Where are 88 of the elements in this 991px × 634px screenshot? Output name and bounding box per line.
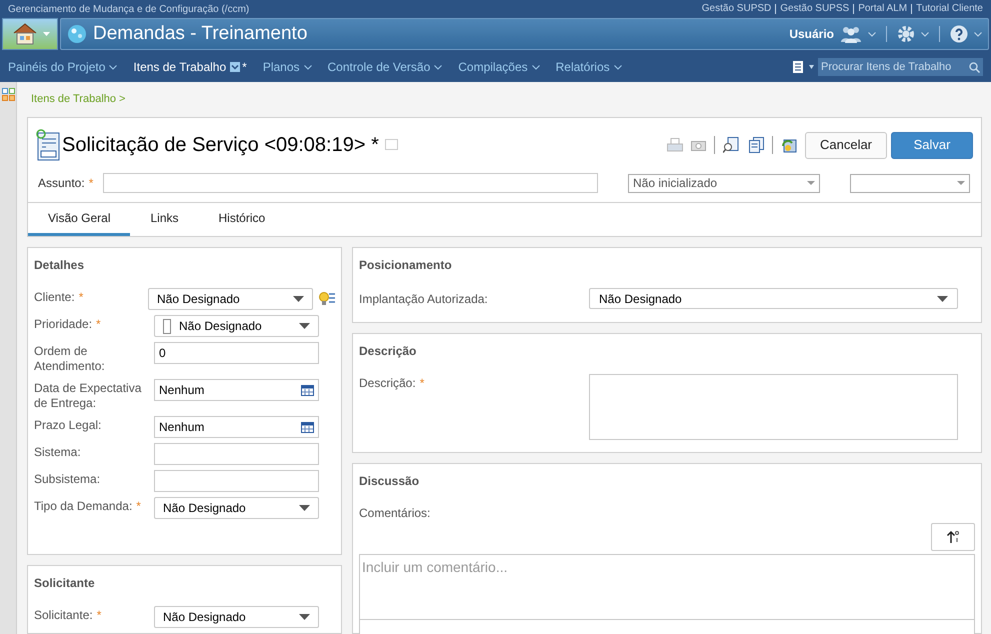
cancel-button[interactable]: Cancelar xyxy=(805,132,887,158)
nav-menu[interactable]: Compilações xyxy=(458,58,540,76)
dropdown-caret-icon xyxy=(299,614,310,620)
dropdown-icon xyxy=(230,62,240,72)
nav-menu[interactable]: Itens de Trabalho * xyxy=(133,58,247,76)
refresh-icon[interactable] xyxy=(781,137,797,153)
state-dropdown[interactable]: Não inicializado xyxy=(628,174,820,192)
field-label: Solicitante: * xyxy=(34,607,102,623)
text-field[interactable] xyxy=(154,443,319,465)
caret-icon[interactable] xyxy=(809,65,814,69)
find-document-icon[interactable] xyxy=(723,137,739,153)
field-label: Cliente: * xyxy=(34,289,84,305)
user-name[interactable]: Usuário xyxy=(789,25,834,43)
top-link[interactable]: Gestão SUPSD xyxy=(702,4,772,14)
field-label: Descrição: * xyxy=(359,375,426,392)
home-button[interactable] xyxy=(2,18,58,50)
sort-button[interactable] xyxy=(931,523,975,551)
nav-menu[interactable]: Controle de Versão xyxy=(328,58,442,76)
copy-document-icon[interactable] xyxy=(749,137,764,153)
dropdown[interactable] xyxy=(850,174,970,192)
globe-icon xyxy=(67,24,87,44)
chevron-down-icon xyxy=(109,64,118,70)
field-label: Data de Expectativa de Entrega: xyxy=(34,380,142,411)
dropdown[interactable]: Não Designado xyxy=(589,288,958,309)
description-field[interactable] xyxy=(589,374,958,440)
camera-icon[interactable] xyxy=(691,139,706,151)
field-label: Ordem de Atendimento: xyxy=(34,343,106,374)
form-icon xyxy=(36,129,60,161)
priority-icon xyxy=(163,318,171,334)
caret-icon xyxy=(42,32,50,36)
chevron-down-icon xyxy=(921,32,929,36)
dropdown[interactable]: Não Designado xyxy=(154,497,319,519)
section-title: Posicionamento xyxy=(359,257,453,274)
section-title: Detalhes xyxy=(34,257,86,274)
grid-icon[interactable] xyxy=(2,88,14,101)
help-icon[interactable] xyxy=(950,25,968,43)
date-field[interactable]: Nenhum xyxy=(154,379,319,401)
section-title: Solicitante xyxy=(34,575,96,592)
chevron-down-icon xyxy=(614,64,622,70)
field-label: Prazo Legal: xyxy=(34,417,102,433)
calendar-icon xyxy=(301,384,314,396)
field-label: Subsistema: xyxy=(34,471,102,487)
calendar-icon xyxy=(301,422,314,432)
text-field[interactable]: 0 xyxy=(154,342,319,364)
nav-menu[interactable]: Painéis do Projeto xyxy=(8,58,118,76)
sort-arrow-icon xyxy=(946,530,960,544)
work-item-title: Solicitação de Serviço <09:08:19> * xyxy=(62,133,379,158)
top-link[interactable]: Tutorial Cliente xyxy=(916,4,983,14)
section-title: Descrição xyxy=(359,343,418,360)
chevron-down-icon xyxy=(304,64,312,70)
chevron-down-icon xyxy=(974,32,982,36)
tab[interactable]: Visão Geral xyxy=(28,203,130,236)
save-button[interactable]: Salvar xyxy=(891,132,973,158)
field-label: Implantação Autorizada: xyxy=(359,290,489,308)
chevron-down-icon xyxy=(434,64,442,70)
tab[interactable]: Links xyxy=(130,203,198,236)
dropdown-caret-icon xyxy=(293,296,304,302)
dropdown-caret-icon xyxy=(937,296,948,302)
list-icon[interactable] xyxy=(793,61,803,73)
dropdown-caret-icon xyxy=(299,323,310,329)
search-icon xyxy=(969,62,980,72)
field-label: Comentários: xyxy=(359,505,432,522)
dropdown[interactable]: Não Designado xyxy=(154,315,319,337)
section-title: Discussão xyxy=(359,473,420,490)
subject-label: Assunto: * xyxy=(38,175,94,192)
field-label: Tipo da Demanda: * xyxy=(34,498,142,514)
chevron-down-icon xyxy=(868,32,876,36)
nav-menu[interactable]: Relatórios xyxy=(556,58,622,76)
top-link[interactable]: Gestão SUPSS xyxy=(780,4,850,14)
chevron-down-icon xyxy=(532,64,540,70)
settings-icon[interactable] xyxy=(897,25,915,43)
dropdown-caret-icon xyxy=(299,505,310,511)
project-title: Demandas - Treinamento xyxy=(93,22,308,46)
dropdown[interactable]: Não Designado xyxy=(154,606,319,628)
app-title: Gerenciamento de Mudança e de Configuração (/ccm) xyxy=(8,2,250,16)
dropdown-caret-icon xyxy=(957,181,965,185)
lightbulb-icon[interactable] xyxy=(319,291,335,307)
date-field[interactable]: Nenhum xyxy=(154,416,319,438)
dropdown[interactable]: Não Designado xyxy=(148,288,313,310)
nav-menu[interactable]: Planos xyxy=(262,58,312,76)
top-link[interactable]: Portal ALM xyxy=(858,4,908,14)
field-label: Prioridade: * xyxy=(34,316,102,332)
text-field[interactable] xyxy=(154,470,319,492)
dropdown-caret-icon xyxy=(807,181,815,185)
field-label: Sistema: xyxy=(34,444,82,460)
tab[interactable]: Histórico xyxy=(198,203,286,236)
users-icon[interactable] xyxy=(840,25,862,43)
subject-field[interactable] xyxy=(103,173,598,193)
